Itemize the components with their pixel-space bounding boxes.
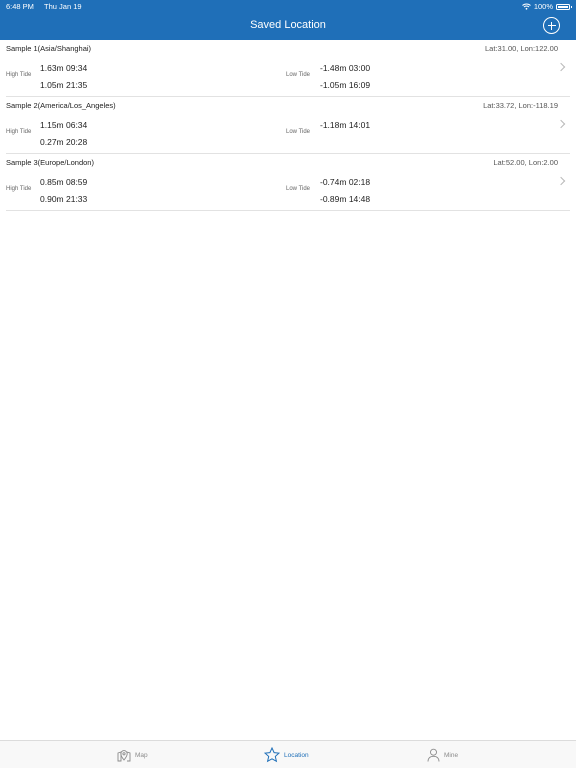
tab-mine[interactable]: Mine [427,741,458,769]
add-location-button[interactable] [543,17,560,34]
tab-map-label: Map [135,751,148,759]
high-tide-2: 0.90m 21:33 [40,194,88,204]
low-tide-2: -0.89m 14:48 [320,194,371,204]
location-name: Sample 3(Europe/London) [6,158,94,167]
location-list: Sample 1(Asia/Shanghai) Lat:31.00, Lon:1… [0,40,576,211]
location-name: Sample 1(Asia/Shanghai) [6,44,92,53]
chevron-right-icon [556,119,566,129]
high-tide-2: 0.27m 20:28 [40,137,88,147]
tab-location-label: Location [284,751,309,759]
chevron-right-icon [556,62,566,72]
low-tide-label: Low Tide [286,186,311,192]
low-tide-1: -1.18m 14:01 [320,120,371,130]
chevron-right-icon [556,176,566,186]
tab-mine-label: Mine [444,751,459,759]
tab-bar: Map Location Mine [0,740,576,768]
high-tide-label: High Tide [6,72,32,78]
page-title: Saved Location [250,19,326,31]
high-tide-label: High Tide [6,186,32,192]
location-coords: Lat:52.00, Lon:2.00 [493,158,558,167]
status-time: 6:48 PM [6,2,34,11]
low-tide-1: -0.74m 02:18 [320,177,371,187]
wifi-icon [521,3,531,10]
person-icon [427,748,440,762]
low-tide-1: -1.48m 03:00 [320,63,371,73]
low-tide-label: Low Tide [286,129,311,135]
location-row[interactable]: Sample 3(Europe/London) Lat:52.00, Lon:2… [6,154,570,211]
low-tide-label: Low Tide [286,72,311,78]
map-pin-icon [117,750,131,762]
high-tide-2: 1.05m 21:35 [40,80,88,90]
high-tide-1: 1.15m 06:34 [40,120,88,130]
battery-percent: 100% [533,2,553,11]
location-row[interactable]: Sample 2(America/Los_Angeles) Lat:33.72,… [6,97,570,154]
tab-map[interactable]: Map [117,741,148,769]
battery-icon [556,3,572,10]
star-icon [264,747,280,763]
status-date: Thu Jan 19 [44,2,82,11]
low-tide-2: -1.05m 16:09 [320,80,371,90]
location-coords: Lat:33.72, Lon:-118.19 [483,101,558,110]
status-bar: 6:48 PM Thu Jan 19 100% [0,0,576,12]
location-coords: Lat:31.00, Lon:122.00 [485,44,558,53]
navigation-bar: Saved Location [0,12,576,40]
high-tide-label: High Tide [6,129,32,135]
tab-location[interactable]: Location [264,741,309,769]
location-name: Sample 2(America/Los_Angeles) [6,101,116,110]
location-row[interactable]: Sample 1(Asia/Shanghai) Lat:31.00, Lon:1… [6,40,570,97]
high-tide-1: 0.85m 08:59 [40,177,88,187]
high-tide-1: 1.63m 09:34 [40,63,88,73]
